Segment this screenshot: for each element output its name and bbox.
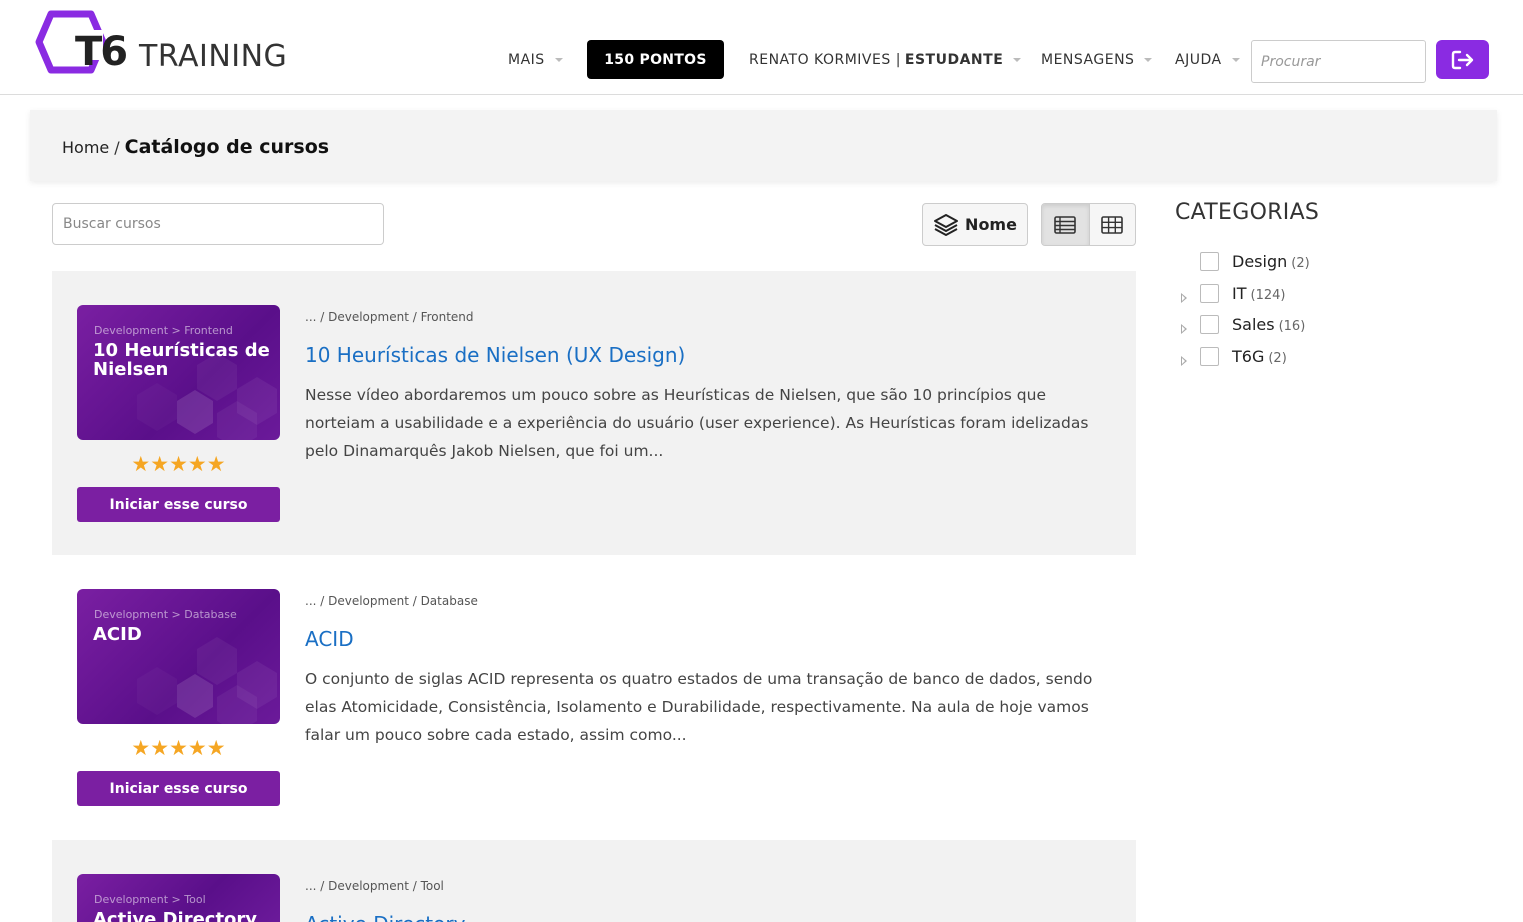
categories-heading: CATEGORIAS	[1175, 200, 1320, 225]
view-toggle-group	[1041, 203, 1136, 246]
expand-arrow-icon[interactable]	[1181, 324, 1187, 334]
categories-list: Design (2) IT (124) Sales (16) T6G (2)	[1175, 250, 1495, 376]
chevron-down-icon	[1231, 58, 1240, 62]
course-category-path: ... / Development / Frontend	[305, 310, 474, 324]
course-category-path: ... / Development / Database	[305, 594, 478, 608]
category-checkbox[interactable]	[1200, 315, 1219, 334]
start-course-button[interactable]: Iniciar esse curso	[77, 771, 280, 806]
sort-by-name-button[interactable]: Nome	[922, 203, 1028, 246]
course-description: O conjunto de siglas ACID representa os …	[305, 670, 1093, 744]
layers-icon	[934, 213, 959, 236]
nav-more-label: MAIS	[508, 52, 545, 68]
category-label[interactable]: T6G (2)	[1232, 347, 1287, 366]
breadcrumb-bar: Home / Catálogo de cursos	[30, 110, 1497, 181]
category-count: (124)	[1250, 287, 1286, 303]
nav-more-menu[interactable]: MAIS	[508, 52, 563, 68]
category-count: (2)	[1268, 350, 1287, 366]
course-title-link[interactable]: Active Directory	[305, 912, 465, 922]
messages-label: MENSAGENS	[1041, 52, 1135, 68]
category-label[interactable]: IT (124)	[1232, 284, 1285, 303]
category-label[interactable]: Sales (16)	[1232, 315, 1305, 334]
category-checkbox[interactable]	[1200, 346, 1219, 366]
course-card: Development > Database ACID ★★★★★ Inicia…	[52, 555, 1136, 839]
category-checkbox[interactable]	[1200, 252, 1219, 271]
course-card: Development > Frontend 10 Heurísticas de…	[52, 271, 1136, 555]
logo-text: TRAINING	[139, 39, 288, 74]
grid-view-icon	[1101, 215, 1124, 234]
thumbnail-title: ACID	[93, 624, 142, 645]
chevron-down-icon	[1144, 58, 1153, 62]
thumbnail-category: Development > Tool	[94, 893, 206, 906]
course-thumbnail[interactable]: Development > Tool Active Directory	[77, 874, 280, 922]
logout-icon	[1451, 50, 1473, 69]
course-thumbnail[interactable]: Development > Frontend 10 Heurísticas de…	[77, 305, 280, 440]
category-name: IT	[1232, 283, 1247, 303]
category-name: Design	[1232, 252, 1288, 271]
breadcrumb-home-link[interactable]: Home	[62, 138, 109, 157]
messages-menu[interactable]: MENSAGENS	[1041, 52, 1153, 68]
help-label: AJUDA	[1175, 52, 1222, 68]
sort-label: Nome	[965, 215, 1017, 234]
category-count: (2)	[1291, 256, 1310, 271]
course-search-input[interactable]	[52, 203, 384, 245]
grid-view-button[interactable]	[1088, 204, 1136, 245]
course-title-link[interactable]: 10 Heurísticas de Nielsen (UX Design)	[305, 343, 685, 367]
thumbnail-category: Development > Database	[94, 608, 237, 621]
user-role: ESTUDANTE	[904, 52, 1004, 68]
help-menu[interactable]: AJUDA	[1175, 52, 1240, 68]
user-name: RENATO KORMIVES |	[749, 52, 901, 68]
page-title: Catálogo de cursos	[124, 136, 330, 158]
course-title-link[interactable]: ACID	[305, 627, 354, 651]
rating-stars: ★★★★★	[131, 452, 226, 476]
global-search-input[interactable]	[1251, 40, 1426, 83]
breadcrumb: Home / Catálogo de cursos	[62, 136, 329, 158]
thumbnail-title: Active Directory	[93, 909, 258, 922]
course-description: Nesse vídeo abordaremos um pouco sobre a…	[305, 386, 1089, 460]
thumbnail-title: 10 Heurísticas de Nielsen	[93, 340, 270, 380]
points-badge-button[interactable]: 150 PONTOS	[587, 40, 724, 79]
category-name: Sales	[1232, 315, 1275, 334]
category-name: T6G	[1232, 346, 1265, 366]
expand-arrow-icon[interactable]	[1181, 292, 1187, 303]
breadcrumb-separator: /	[114, 138, 120, 157]
top-header: T6 TRAINING MAIS 150 PONTOS RENATO KORMI…	[0, 0, 1523, 95]
category-item-design: Design (2)	[1175, 250, 1495, 282]
list-view-button[interactable]	[1042, 204, 1089, 245]
category-item-sales: Sales (16)	[1175, 313, 1495, 345]
chevron-down-icon	[554, 58, 563, 62]
course-card: Development > Tool Active Directory ... …	[52, 840, 1136, 922]
user-menu[interactable]: RENATO KORMIVES | ESTUDANTE	[749, 52, 1022, 68]
start-course-button[interactable]: Iniciar esse curso	[77, 487, 280, 522]
logo-mark: T6	[75, 29, 128, 75]
category-checkbox[interactable]	[1200, 283, 1219, 303]
course-thumbnail[interactable]: Development > Database ACID	[77, 589, 280, 724]
rating-stars: ★★★★★	[131, 736, 226, 760]
category-count: (16)	[1278, 319, 1306, 334]
thumbnail-category: Development > Frontend	[94, 324, 233, 337]
logout-button[interactable]	[1436, 40, 1489, 79]
t6-training-logo[interactable]: T6 TRAINING	[31, 10, 291, 80]
chevron-down-icon	[1013, 58, 1022, 62]
expand-arrow-icon[interactable]	[1181, 355, 1187, 366]
category-item-it: IT (124)	[1175, 282, 1495, 314]
course-category-path: ... / Development / Tool	[305, 879, 444, 893]
category-label[interactable]: Design (2)	[1232, 252, 1310, 271]
category-item-t6g: T6G (2)	[1175, 345, 1495, 377]
list-view-icon	[1054, 215, 1077, 234]
